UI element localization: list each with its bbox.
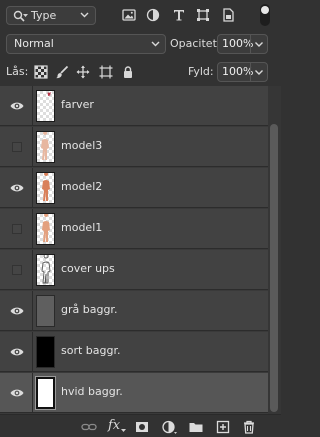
add-layer-style-button[interactable]: fx xyxy=(108,418,120,433)
lock-all-icon[interactable] xyxy=(121,65,135,79)
layer-row-model2[interactable]: model2 xyxy=(0,168,268,208)
layer-row-cover-ups[interactable]: cover ups xyxy=(0,250,268,290)
chevron-down-icon[interactable] xyxy=(254,39,264,49)
blend-mode-value: Normal xyxy=(14,37,54,50)
layer-name: model2 xyxy=(61,180,103,193)
smart-object-filter-icon[interactable] xyxy=(220,7,236,23)
layer-row-hvid-baggr[interactable]: hvid baggr. xyxy=(0,373,268,413)
blend-bar: Normal Opacitet: 100% xyxy=(0,31,281,58)
filter-kind-label: Type xyxy=(31,9,57,22)
visibility-cell[interactable] xyxy=(0,127,33,167)
lock-bar: Lås: Fyld: 100% xyxy=(0,58,281,85)
layer-thumbnail[interactable] xyxy=(36,90,55,122)
link-layers-icon[interactable] xyxy=(81,419,97,435)
thumbnail-figure-icon xyxy=(42,173,50,201)
new-group-folder-icon[interactable] xyxy=(188,419,204,435)
visibility-toggle-box[interactable] xyxy=(12,224,22,234)
toggle-knob xyxy=(261,6,269,14)
layer-thumbnail[interactable] xyxy=(36,131,55,163)
visibility-cell[interactable] xyxy=(0,373,33,413)
field-divider xyxy=(250,35,251,53)
visibility-toggle-box[interactable] xyxy=(12,142,22,152)
layers-bottom-toolbar: fx xyxy=(0,414,281,437)
lock-transparency-icon[interactable] xyxy=(34,65,48,79)
caret-small-icon xyxy=(121,429,126,432)
visibility-cell[interactable] xyxy=(0,250,33,290)
pixel-layer-filter-icon[interactable] xyxy=(121,7,137,23)
eye-icon[interactable] xyxy=(10,306,24,316)
layer-name: hvid baggr. xyxy=(61,385,123,398)
layer-name: sort baggr. xyxy=(61,344,121,357)
visibility-cell[interactable] xyxy=(0,332,33,372)
layer-name: model1 xyxy=(61,221,103,234)
scrollbar-thumb[interactable] xyxy=(270,124,278,412)
lock-artboard-icon[interactable] xyxy=(99,65,113,79)
fill-value: 100% xyxy=(222,65,254,78)
field-divider xyxy=(250,63,251,81)
filter-kind-select[interactable]: Type xyxy=(6,6,96,25)
layer-row-farver[interactable]: farver xyxy=(0,86,268,126)
layer-thumbnail[interactable] xyxy=(36,213,55,245)
layer-name: farver xyxy=(61,98,94,111)
layer-filter-bar: Type xyxy=(0,0,281,31)
visibility-cell[interactable] xyxy=(0,209,33,249)
visibility-toggle-box[interactable] xyxy=(12,265,22,275)
trash-icon[interactable] xyxy=(241,419,257,435)
chevron-down-icon xyxy=(151,41,160,47)
layer-name: cover ups xyxy=(61,262,115,275)
chevron-down-icon[interactable] xyxy=(254,67,264,77)
layer-thumbnail[interactable] xyxy=(36,377,55,409)
fill-field[interactable]: 100% xyxy=(217,62,268,82)
opacity-value: 100% xyxy=(222,37,254,50)
adjustment-layer-filter-icon[interactable] xyxy=(145,7,161,23)
layers-scrollbar[interactable] xyxy=(268,86,281,414)
layer-thumbnail[interactable] xyxy=(36,254,55,286)
layer-row-model3[interactable]: model3 xyxy=(0,127,268,167)
thumbnail-figure-icon xyxy=(41,255,51,284)
opacity-label: Opacitet: xyxy=(170,37,221,50)
layer-thumbnail[interactable] xyxy=(36,336,55,368)
fill-label: Fyld: xyxy=(188,65,214,78)
layer-thumbnail[interactable] xyxy=(36,295,55,327)
lock-position-icon[interactable] xyxy=(76,65,90,79)
add-mask-icon[interactable] xyxy=(134,419,150,435)
layer-row-sort-baggr[interactable]: sort baggr. xyxy=(0,332,268,372)
layer-row-gra-baggr[interactable]: grå baggr. xyxy=(0,291,268,331)
shape-layer-filter-icon[interactable] xyxy=(195,7,211,23)
filter-toggle[interactable] xyxy=(260,4,270,26)
eye-icon[interactable] xyxy=(10,347,24,357)
caret-small-icon xyxy=(23,14,28,17)
visibility-cell[interactable] xyxy=(0,168,33,208)
eye-icon[interactable] xyxy=(10,183,24,193)
thumbnail-figure-icon xyxy=(41,132,49,160)
visibility-cell[interactable] xyxy=(0,86,33,126)
layers-list: farver model3 model2 model1 cover ups gr… xyxy=(0,86,268,414)
lock-label: Lås: xyxy=(6,65,29,78)
layer-thumbnail[interactable] xyxy=(36,172,55,204)
new-layer-icon[interactable] xyxy=(215,419,231,435)
new-adjustment-layer-icon[interactable] xyxy=(161,419,177,435)
visibility-cell[interactable] xyxy=(0,291,33,331)
eye-icon[interactable] xyxy=(10,388,24,398)
layer-name: model3 xyxy=(61,139,103,152)
lock-image-pixels-icon[interactable] xyxy=(55,65,69,79)
layer-name: grå baggr. xyxy=(61,303,118,316)
type-layer-filter-icon[interactable] xyxy=(171,7,187,23)
opacity-field[interactable]: 100% xyxy=(217,34,268,54)
thumbnail-figure-icon xyxy=(42,214,50,242)
chevron-down-icon xyxy=(80,12,89,18)
eye-icon[interactable] xyxy=(10,101,24,111)
layer-row-model1[interactable]: model1 xyxy=(0,209,268,249)
blend-mode-select[interactable]: Normal xyxy=(6,34,166,54)
thumbnail-figure-icon xyxy=(47,92,52,97)
